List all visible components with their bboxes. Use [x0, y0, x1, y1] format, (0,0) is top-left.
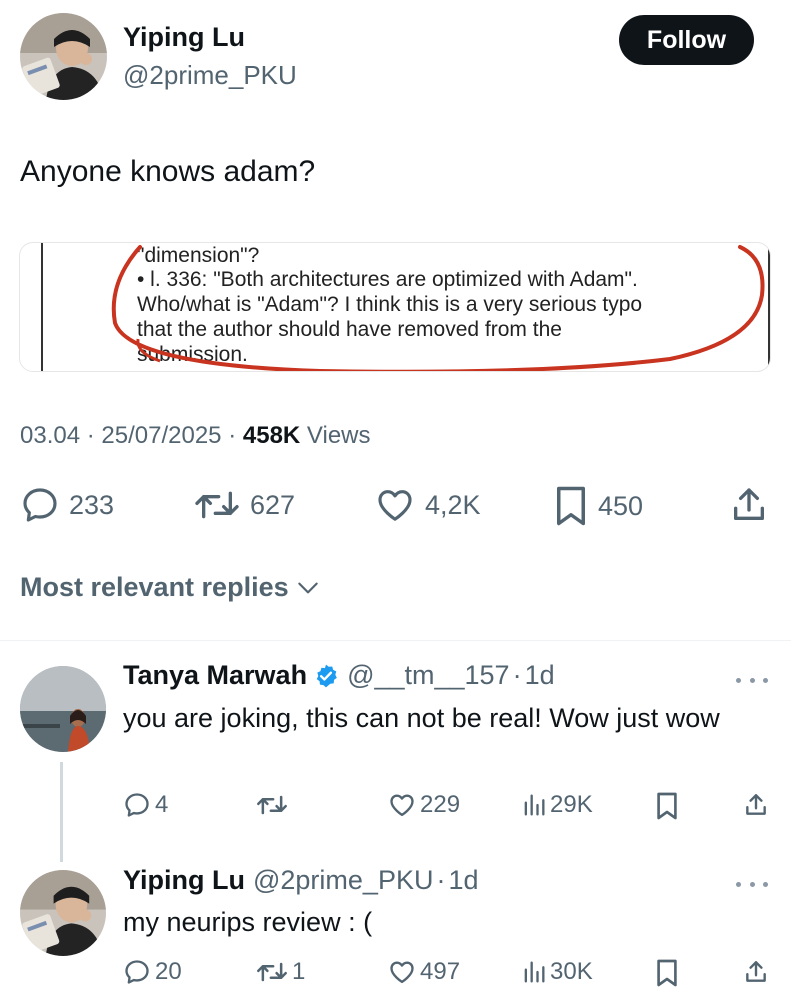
tweet-media-image[interactable]: "dimension"? • l. 336: "Both architectur… [19, 242, 771, 372]
more-icon[interactable] [736, 675, 768, 685]
share-icon [746, 961, 766, 982]
meta-separator: · [86, 422, 102, 449]
section-divider [0, 640, 791, 641]
repost-button[interactable]: 627 [193, 485, 295, 525]
repost-icon [257, 962, 287, 982]
reply-time[interactable]: 1d [448, 865, 478, 896]
reply-icon [125, 960, 149, 984]
views-icon [524, 961, 545, 983]
views-icon [524, 794, 545, 816]
share-button[interactable] [729, 485, 769, 525]
reply-count: 233 [69, 489, 115, 520]
reply-author-handle[interactable]: @2prime_PKU [253, 865, 433, 896]
chevron-down-icon [297, 582, 318, 593]
views-count: 458K [242, 422, 301, 449]
author-avatar[interactable] [20, 13, 107, 100]
reply-text: my neurips review : ( [123, 907, 373, 937]
more-icon[interactable] [736, 879, 768, 889]
reply-author-handle[interactable]: @__tm__157 [347, 660, 510, 691]
reply-header: Tanya Marwah @__tm__157 · 1d [123, 660, 555, 691]
reply-author-name[interactable]: Yiping Lu [123, 865, 245, 896]
bookmark-button[interactable] [655, 958, 679, 988]
tweet-text: Anyone knows adam? [20, 155, 316, 188]
reply-button[interactable]: 233 [20, 485, 114, 525]
repost-count: 627 [250, 489, 296, 520]
bookmark-count: 450 [598, 490, 644, 521]
like-icon [390, 794, 414, 817]
repost-icon [257, 795, 287, 815]
verified-badge-icon [316, 664, 337, 687]
bookmark-icon [657, 959, 677, 987]
reply-time[interactable]: 1d [525, 660, 555, 691]
share-button[interactable] [743, 958, 769, 986]
views-button[interactable]: 30K [522, 958, 593, 986]
bookmark-button[interactable] [655, 791, 679, 821]
author-name[interactable]: Yiping Lu [123, 22, 245, 53]
reply-count: 4 [155, 791, 169, 818]
reply-icon [125, 793, 149, 817]
author-handle[interactable]: @2prime_PKU [123, 60, 297, 91]
like-count: 229 [420, 791, 461, 818]
reply-author-name[interactable]: Tanya Marwah [123, 660, 307, 691]
views-count: 30K [550, 958, 593, 985]
like-button[interactable]: 229 [388, 791, 460, 819]
share-icon [734, 488, 764, 520]
tweet-time[interactable]: 03.04 [20, 422, 80, 449]
thread-connector-line [60, 762, 63, 862]
reply-count: 20 [155, 958, 182, 985]
meta-separator: · [228, 422, 243, 449]
reply-button[interactable]: 4 [123, 791, 168, 819]
tweet-metadata: 03.04 · 25/07/2025 · 458K Views [20, 422, 371, 450]
reply-text: you are joking, this can not be real! Wo… [123, 703, 720, 733]
like-icon [390, 961, 414, 984]
repost-button[interactable]: 1 [256, 958, 305, 986]
follow-button[interactable]: Follow [619, 15, 754, 65]
repost-icon [195, 491, 239, 519]
reply-button[interactable]: 20 [123, 958, 182, 986]
reply-icon [23, 488, 57, 522]
share-button[interactable] [743, 791, 769, 819]
repost-count: 1 [292, 958, 306, 985]
replies-sort-dropdown[interactable]: Most relevant replies [20, 572, 321, 603]
meta-separator: · [512, 660, 522, 690]
share-icon [746, 794, 766, 815]
like-count: 4,2K [425, 489, 481, 520]
bookmark-button[interactable]: 450 [553, 485, 643, 527]
views-count: 29K [550, 791, 593, 818]
meta-separator: · [436, 865, 446, 895]
tweet-date[interactable]: 25/07/2025 [101, 422, 221, 449]
like-count: 497 [420, 958, 461, 985]
like-button[interactable]: 497 [388, 958, 460, 986]
bookmark-icon [557, 486, 585, 526]
repost-button[interactable] [256, 791, 292, 819]
red-annotation-circle [111, 245, 765, 371]
reply-header: Yiping Lu @2prime_PKU · 1d [123, 865, 479, 896]
views-button[interactable]: 29K [522, 791, 593, 819]
like-button[interactable]: 4,2K [374, 485, 481, 525]
reply-avatar[interactable] [20, 666, 106, 752]
replies-sort-label: Most relevant replies [20, 572, 289, 602]
reply-avatar[interactable] [20, 870, 106, 956]
bookmark-icon [657, 792, 677, 820]
like-icon [378, 490, 412, 521]
views-label: Views [306, 422, 371, 449]
